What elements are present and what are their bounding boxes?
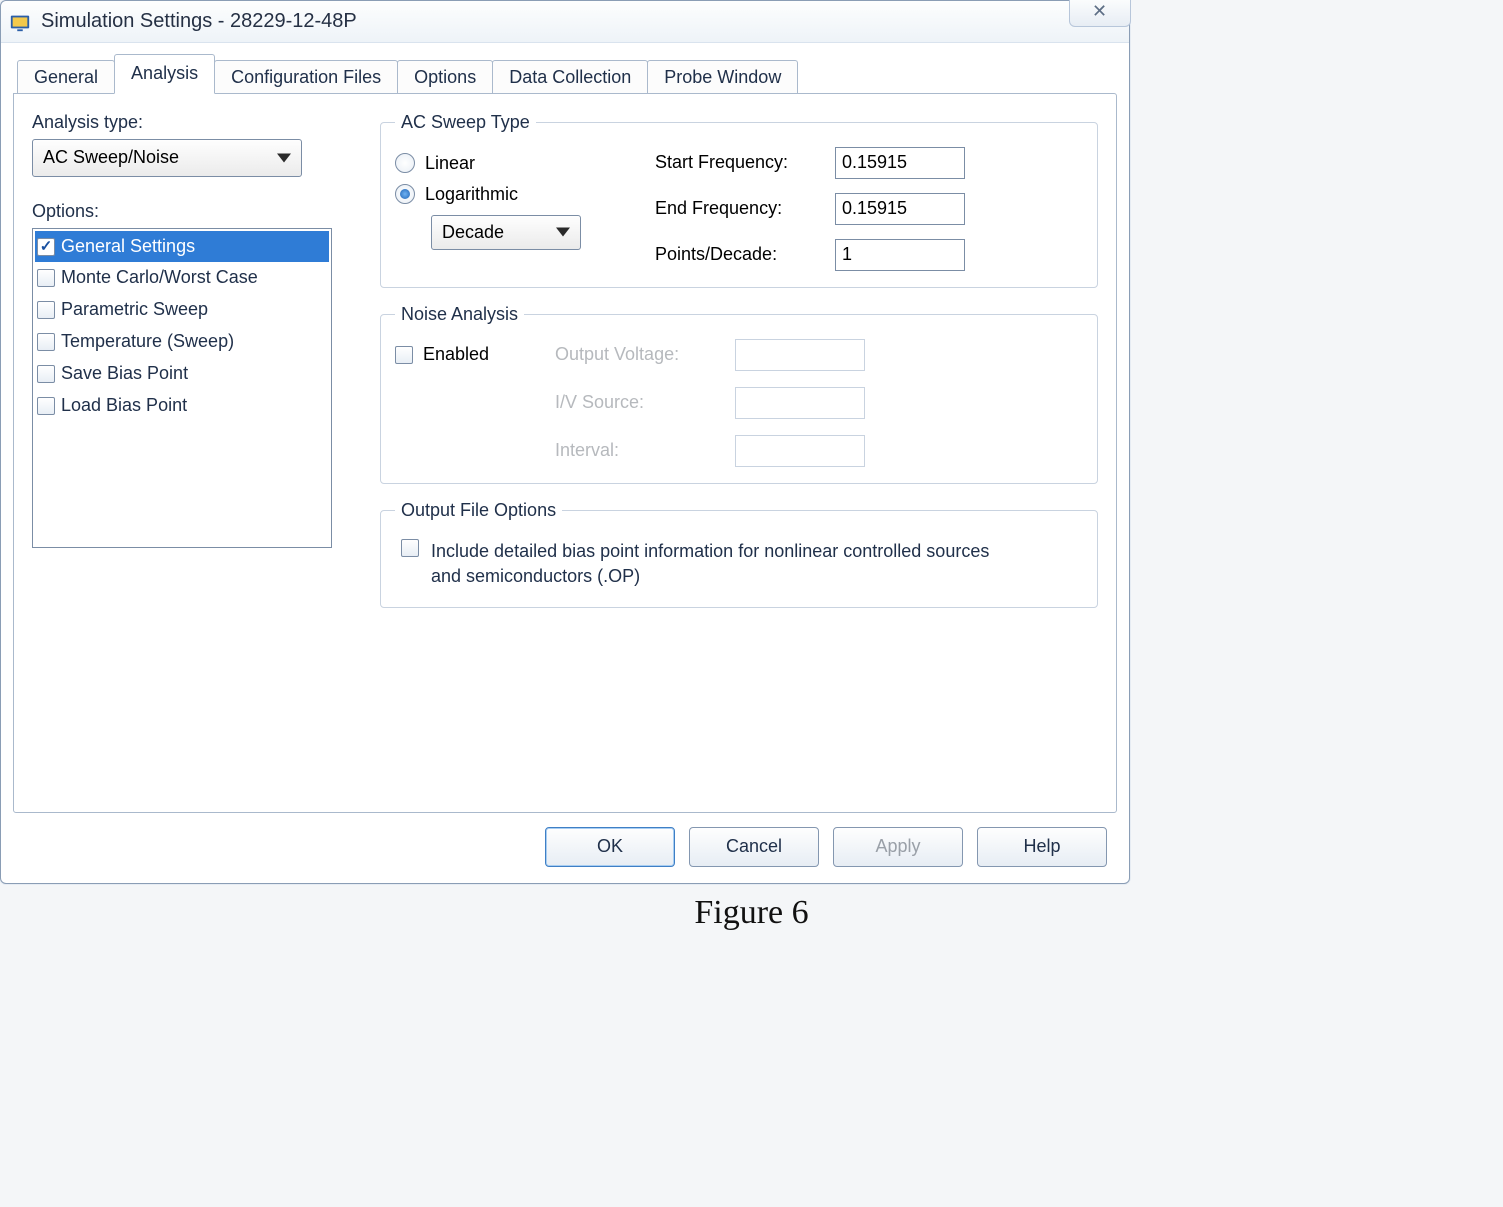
tab-body-analysis: Analysis type: AC Sweep/Noise Options: G…	[13, 93, 1117, 813]
checkbox-icon[interactable]	[37, 269, 55, 287]
checkbox-icon[interactable]	[395, 346, 413, 364]
output-file-legend: Output File Options	[395, 500, 562, 521]
log-scale-value: Decade	[442, 222, 504, 243]
checkbox-icon[interactable]	[37, 365, 55, 383]
output-voltage-label: Output Voltage:	[555, 344, 735, 365]
option-temperature-sweep[interactable]: Temperature (Sweep)	[35, 326, 329, 358]
options-listbox[interactable]: General Settings Monte Carlo/Worst Case …	[32, 228, 332, 548]
figure-caption: Figure 6	[0, 894, 1503, 932]
option-load-bias-point[interactable]: Load Bias Point	[35, 390, 329, 422]
cancel-button[interactable]: Cancel	[689, 827, 819, 867]
ok-button[interactable]: OK	[545, 827, 675, 867]
analysis-type-value: AC Sweep/Noise	[43, 147, 179, 168]
checkbox-icon[interactable]	[401, 539, 419, 557]
left-column: Analysis type: AC Sweep/Noise Options: G…	[32, 112, 352, 794]
option-monte-carlo[interactable]: Monte Carlo/Worst Case	[35, 262, 329, 294]
checkbox-icon[interactable]	[37, 397, 55, 415]
list-item-label: Parametric Sweep	[61, 296, 208, 324]
chevron-down-icon	[277, 153, 291, 162]
list-item-label: Save Bias Point	[61, 360, 188, 388]
app-icon	[9, 11, 31, 33]
help-button[interactable]: Help	[977, 827, 1107, 867]
tab-options[interactable]: Options	[397, 60, 493, 94]
tab-probe-window[interactable]: Probe Window	[647, 60, 798, 94]
list-item-label: General Settings	[61, 233, 195, 261]
tab-data-collection[interactable]: Data Collection	[492, 60, 648, 94]
chevron-down-icon	[556, 228, 570, 237]
list-item-label: Monte Carlo/Worst Case	[61, 264, 258, 292]
interval-input	[735, 435, 865, 467]
noise-enabled-label: Enabled	[423, 344, 489, 365]
titlebar: Simulation Settings - 28229-12-48P	[1, 1, 1129, 43]
noise-enabled-row[interactable]: Enabled	[395, 344, 555, 365]
close-button[interactable]: ✕	[1069, 0, 1131, 27]
right-column: AC Sweep Type Linear Logarithmic	[380, 112, 1098, 794]
iv-source-label: I/V Source:	[555, 392, 735, 413]
log-scale-combo[interactable]: Decade	[431, 215, 581, 250]
output-file-options-group: Output File Options Include detailed bia…	[380, 500, 1098, 608]
output-voltage-input	[735, 339, 865, 371]
options-label: Options:	[32, 201, 352, 222]
checkbox-icon[interactable]	[37, 238, 55, 256]
bias-info-row[interactable]: Include detailed bias point information …	[395, 535, 1083, 591]
end-freq-label: End Frequency:	[655, 198, 825, 219]
start-freq-label: Start Frequency:	[655, 152, 825, 173]
analysis-type-combo[interactable]: AC Sweep/Noise	[32, 139, 302, 177]
radio-log-label: Logarithmic	[425, 184, 518, 205]
tab-general[interactable]: General	[17, 60, 115, 94]
ac-sweep-group: AC Sweep Type Linear Logarithmic	[380, 112, 1098, 288]
checkbox-icon[interactable]	[37, 301, 55, 319]
radio-log-row[interactable]: Logarithmic	[395, 184, 645, 205]
radio-icon[interactable]	[395, 184, 415, 204]
option-save-bias-point[interactable]: Save Bias Point	[35, 358, 329, 390]
interval-label: Interval:	[555, 440, 735, 461]
apply-button: Apply	[833, 827, 963, 867]
window-title: Simulation Settings - 28229-12-48P	[41, 10, 357, 33]
list-item-label: Load Bias Point	[61, 392, 187, 420]
ac-sweep-legend: AC Sweep Type	[395, 112, 536, 133]
tab-analysis[interactable]: Analysis	[114, 54, 215, 94]
option-parametric-sweep[interactable]: Parametric Sweep	[35, 294, 329, 326]
bias-info-label: Include detailed bias point information …	[431, 539, 991, 589]
radio-icon[interactable]	[395, 153, 415, 173]
close-icon: ✕	[1092, 1, 1108, 22]
points-decade-input[interactable]	[835, 239, 965, 271]
client-area: General Analysis Configuration Files Opt…	[1, 43, 1129, 883]
points-decade-label: Points/Decade:	[655, 244, 825, 265]
start-freq-input[interactable]	[835, 147, 965, 179]
checkbox-icon[interactable]	[37, 333, 55, 351]
noise-analysis-group: Noise Analysis Enabled Output Voltage: I…	[380, 304, 1098, 484]
dialog-window: ✕ Simulation Settings - 28229-12-48P Gen…	[0, 0, 1130, 884]
tab-config-files[interactable]: Configuration Files	[214, 60, 398, 94]
list-item-label: Temperature (Sweep)	[61, 328, 234, 356]
tab-strip: General Analysis Configuration Files Opt…	[13, 54, 1117, 94]
iv-source-input	[735, 387, 865, 419]
analysis-type-label: Analysis type:	[32, 112, 352, 133]
dialog-button-row: OK Cancel Apply Help	[13, 813, 1117, 871]
option-general-settings[interactable]: General Settings	[35, 231, 329, 263]
radio-linear-label: Linear	[425, 153, 475, 174]
noise-legend: Noise Analysis	[395, 304, 524, 325]
end-freq-input[interactable]	[835, 193, 965, 225]
radio-linear-row[interactable]: Linear	[395, 153, 645, 174]
